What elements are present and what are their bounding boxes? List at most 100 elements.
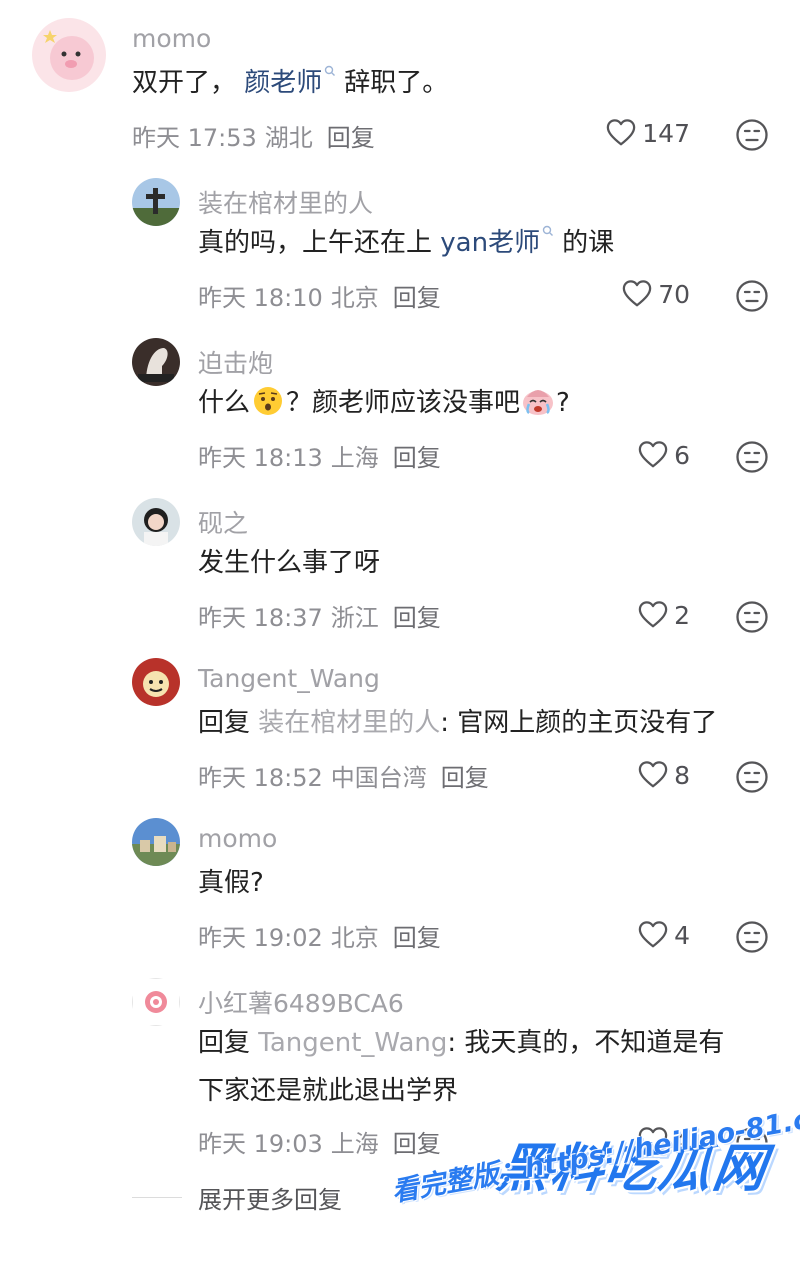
reply-button[interactable]: 回复 xyxy=(393,1130,441,1158)
author-name[interactable]: 小红薯6489BCA6 xyxy=(198,984,404,1020)
expand-more-replies-button[interactable]: 展开更多回复 xyxy=(198,1180,342,1215)
timestamp: 昨天 18:37 xyxy=(198,604,323,632)
author-name[interactable]: 迫击炮 xyxy=(198,344,273,380)
comment-text-segment: 回复 xyxy=(198,708,259,738)
heart-icon xyxy=(638,761,668,788)
comment-text-segment: 什么 xyxy=(198,388,251,418)
comment-meta: 昨天 18:37 浙江 回复 xyxy=(198,598,441,633)
author-name[interactable]: momo xyxy=(132,24,211,53)
reply-button[interactable]: 回复 xyxy=(393,924,441,952)
author-name[interactable]: momo xyxy=(198,824,277,853)
mention-link[interactable]: yan老师 xyxy=(440,228,540,258)
emoji-reaction-button[interactable] xyxy=(735,118,769,152)
comment-text-segment: 的课 xyxy=(562,228,615,258)
like-button[interactable]: 2 xyxy=(638,600,690,630)
reply-target-name[interactable]: 装在棺材里的人 xyxy=(258,708,440,738)
avatar[interactable] xyxy=(132,658,180,706)
comment-text-segment: 下家还是就此退出学界 xyxy=(198,1076,459,1106)
comment-content: 回复 装在棺材里的人: 官网上颜的主页没有了 xyxy=(198,700,717,746)
comment-content: 发生什么事了呀 xyxy=(198,540,380,586)
comment-text-segment: 辞职了。 xyxy=(344,68,449,98)
comment-meta: 昨天 19:03 上海 回复 xyxy=(198,1124,441,1159)
like-button[interactable]: 6 xyxy=(638,440,690,470)
avatar[interactable] xyxy=(32,18,106,92)
like-count: 147 xyxy=(642,118,690,148)
comment-text-segment: 双开了， xyxy=(132,68,237,98)
emoji-reaction-icon xyxy=(736,761,768,793)
reply-button[interactable]: 回复 xyxy=(327,124,375,152)
location: 上海 xyxy=(330,444,379,472)
comment-content: 真假? xyxy=(198,860,264,906)
avatar[interactable] xyxy=(132,818,180,866)
reply-button[interactable]: 回复 xyxy=(441,764,489,792)
avatar[interactable] xyxy=(132,978,180,1026)
comment-text-segment: 回复 xyxy=(198,1028,259,1058)
timestamp: 昨天 18:13 xyxy=(198,444,323,472)
avatar[interactable] xyxy=(132,338,180,386)
emoji-reaction-icon xyxy=(736,441,768,473)
comment-meta: 昨天 18:52 中国台湾 回复 xyxy=(198,758,489,793)
timestamp: 昨天 17:53 xyxy=(132,124,257,152)
emoji-reaction-icon xyxy=(736,119,768,151)
like-count: 6 xyxy=(674,440,690,470)
emoji-reaction-button[interactable] xyxy=(735,440,769,474)
comment-meta: 昨天 17:53 湖北 回复 xyxy=(132,118,375,153)
heart-icon xyxy=(607,119,636,146)
crying-face-emoji xyxy=(523,390,554,415)
like-button[interactable]: 70 xyxy=(622,279,690,309)
comment-text-segment: 真的吗，上午还在上 xyxy=(198,228,441,258)
heart-icon xyxy=(638,921,668,948)
mention-link[interactable]: 颜老师 xyxy=(236,68,322,98)
search-link-icon xyxy=(542,225,554,236)
timestamp: 昨天 18:52 xyxy=(198,764,323,792)
location: 上海 xyxy=(330,1130,379,1158)
timestamp: 昨天 19:02 xyxy=(198,924,323,952)
comment-text-segment: 发生什么事了呀 xyxy=(198,548,381,578)
heart-icon xyxy=(638,441,668,468)
comment-text-segment: ？颜老师应该没事吧 xyxy=(286,388,521,418)
reply-target-name[interactable]: Tangent_Wang xyxy=(258,1028,447,1058)
timestamp: 昨天 18:10 xyxy=(198,284,323,312)
heart-icon xyxy=(638,601,668,628)
location: 浙江 xyxy=(330,604,379,632)
like-count: 2 xyxy=(674,600,690,630)
emoji-reaction-button[interactable] xyxy=(735,920,769,954)
author-name[interactable]: 砚之 xyxy=(198,504,248,540)
like-count: 70 xyxy=(658,279,690,309)
like-button[interactable]: 147 xyxy=(606,118,690,148)
comment-content: 双开了， 颜老师 辞职了。 xyxy=(132,60,448,106)
comment-content: 什么 ？颜老师应该没事吧 ? xyxy=(198,380,570,426)
like-count: 8 xyxy=(674,760,690,790)
emoji-reaction-button[interactable] xyxy=(735,279,769,313)
comment-text-segment: : 官网上颜的主页没有了 xyxy=(440,708,718,738)
emoji-reaction-button[interactable] xyxy=(735,760,769,794)
avatar[interactable] xyxy=(132,498,180,546)
reply-button[interactable]: 回复 xyxy=(393,284,441,312)
comment-meta: 昨天 19:02 北京 回复 xyxy=(198,918,441,953)
reply-button[interactable]: 回复 xyxy=(393,604,441,632)
emoji-reaction-icon xyxy=(736,601,768,633)
location: 北京 xyxy=(330,284,379,312)
comment-content: 真的吗，上午还在上 yan老师 的课 xyxy=(198,220,614,266)
author-name[interactable]: Tangent_Wang xyxy=(198,664,380,693)
comment-content-line-2: 下家还是就此退出学界 xyxy=(198,1068,458,1114)
like-button[interactable]: 4 xyxy=(638,920,690,950)
like-count: 4 xyxy=(674,920,690,950)
heart-icon xyxy=(622,280,652,307)
emoji-reaction-icon xyxy=(736,921,768,953)
comment-meta: 昨天 18:10 北京 回复 xyxy=(198,278,441,313)
avatar[interactable] xyxy=(132,178,180,226)
reply-button[interactable]: 回复 xyxy=(393,444,441,472)
emoji-reaction-icon xyxy=(736,280,768,312)
location: 湖北 xyxy=(264,124,313,152)
emoji-reaction-button[interactable] xyxy=(735,600,769,634)
location: 中国台湾 xyxy=(330,764,427,792)
author-name[interactable]: 装在棺材里的人 xyxy=(198,184,373,220)
comment-content: 回复 Tangent_Wang: 我天真的，不知道是有 xyxy=(198,1020,724,1066)
comment-text-segment: : 我天真的，不知道是有 xyxy=(447,1028,725,1058)
like-button[interactable]: 8 xyxy=(638,760,690,790)
comment-meta: 昨天 18:13 上海 回复 xyxy=(198,438,441,473)
location: 北京 xyxy=(330,924,379,952)
worried-face-emoji xyxy=(254,387,283,415)
comment-text-segment: ? xyxy=(556,388,570,418)
